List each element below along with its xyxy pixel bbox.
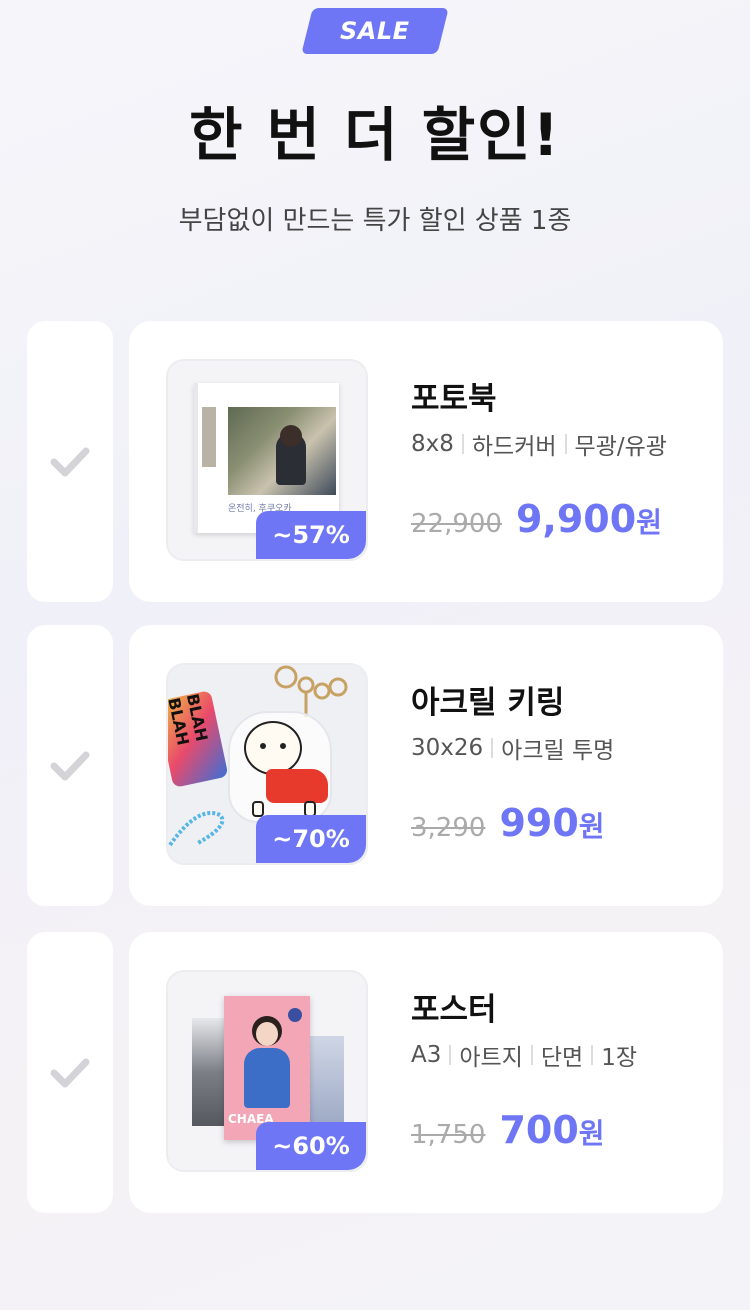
discount-badge: ~70% (256, 815, 366, 863)
spec-item: 무광/유광 (574, 434, 667, 460)
product-thumbnail: 온전히, 후쿠오카 ~57% (166, 359, 368, 561)
checkmark-icon (50, 1058, 90, 1087)
blah-keyring-text: BLAH BLAH (166, 692, 212, 748)
product-thumbnail: BLAH BLAH ~70% (166, 663, 368, 865)
select-checkbox-poster[interactable] (27, 932, 113, 1213)
dog-keyring (228, 711, 332, 823)
sale-price: 700 (499, 1108, 579, 1152)
product-name: 포스터 (411, 992, 497, 1028)
spec-item: 아크릴 투명 (501, 738, 615, 764)
price-row: 3,290 990 원 (411, 801, 605, 845)
price-row: 1,750 700 원 (411, 1108, 605, 1152)
currency-unit: 원 (636, 506, 662, 539)
product-name: 아크릴 키링 (411, 685, 565, 721)
spec-item: 아트지 (459, 1045, 523, 1071)
spec-item: 단면 (540, 1045, 584, 1071)
original-price: 22,900 (411, 509, 502, 539)
spec-divider (491, 738, 494, 758)
photo-image (228, 407, 336, 495)
product-specs: 8x8 하드커버 무광/유광 (411, 427, 667, 461)
spec-divider (591, 1045, 594, 1065)
product-thumbnail: CHAEA ~60% (166, 970, 368, 1172)
currency-unit: 원 (578, 810, 605, 843)
sale-price: 990 (499, 801, 579, 845)
spec-item: 30x26 (411, 735, 484, 761)
product-name: 포토북 (411, 381, 497, 417)
spec-divider (564, 434, 567, 454)
original-price: 3,290 (411, 813, 486, 843)
page-title: 한 번 더 할인! (189, 101, 561, 169)
spec-divider (530, 1045, 533, 1065)
currency-unit: 원 (578, 1117, 605, 1150)
select-checkbox-keyring[interactable] (27, 625, 113, 906)
select-checkbox-photobook[interactable] (27, 321, 113, 602)
sale-badge-label: SALE (340, 17, 410, 45)
original-price: 1,750 (411, 1120, 486, 1150)
spec-item: 하드커버 (471, 434, 557, 460)
product-card-poster[interactable]: CHAEA ~60% 포스터 A3 아트지 단면 1장 1,750 700 원 (129, 932, 723, 1213)
poster-center: CHAEA (224, 996, 310, 1140)
sale-badge: SALE (301, 8, 449, 54)
spec-divider (449, 1045, 452, 1065)
price-row: 22,900 9,900 원 (411, 497, 662, 541)
bead-chain (168, 811, 225, 847)
spec-item: 1장 (601, 1045, 637, 1071)
spec-item: 8x8 (411, 431, 454, 457)
discount-badge: ~60% (256, 1122, 366, 1170)
page-subtitle: 부담없이 만드는 특가 할인 상품 1종 (178, 206, 572, 236)
discount-badge: ~57% (256, 511, 366, 559)
product-specs: 30x26 아크릴 투명 (411, 731, 614, 765)
product-specs: A3 아트지 단면 1장 (411, 1038, 637, 1072)
spec-item: A3 (411, 1042, 442, 1068)
checkmark-icon (50, 447, 90, 476)
spec-divider (461, 434, 464, 454)
sale-price: 9,900 (515, 497, 637, 541)
product-card-keyring[interactable]: BLAH BLAH ~70% 아크릴 키링 30x26 아크릴 투명 3,290… (129, 625, 723, 906)
blah-keyring: BLAH BLAH (166, 690, 229, 788)
product-card-photobook[interactable]: 온전히, 후쿠오카 ~57% 포토북 8x8 하드커버 무광/유광 22,900… (129, 321, 723, 602)
checkmark-icon (50, 751, 90, 780)
